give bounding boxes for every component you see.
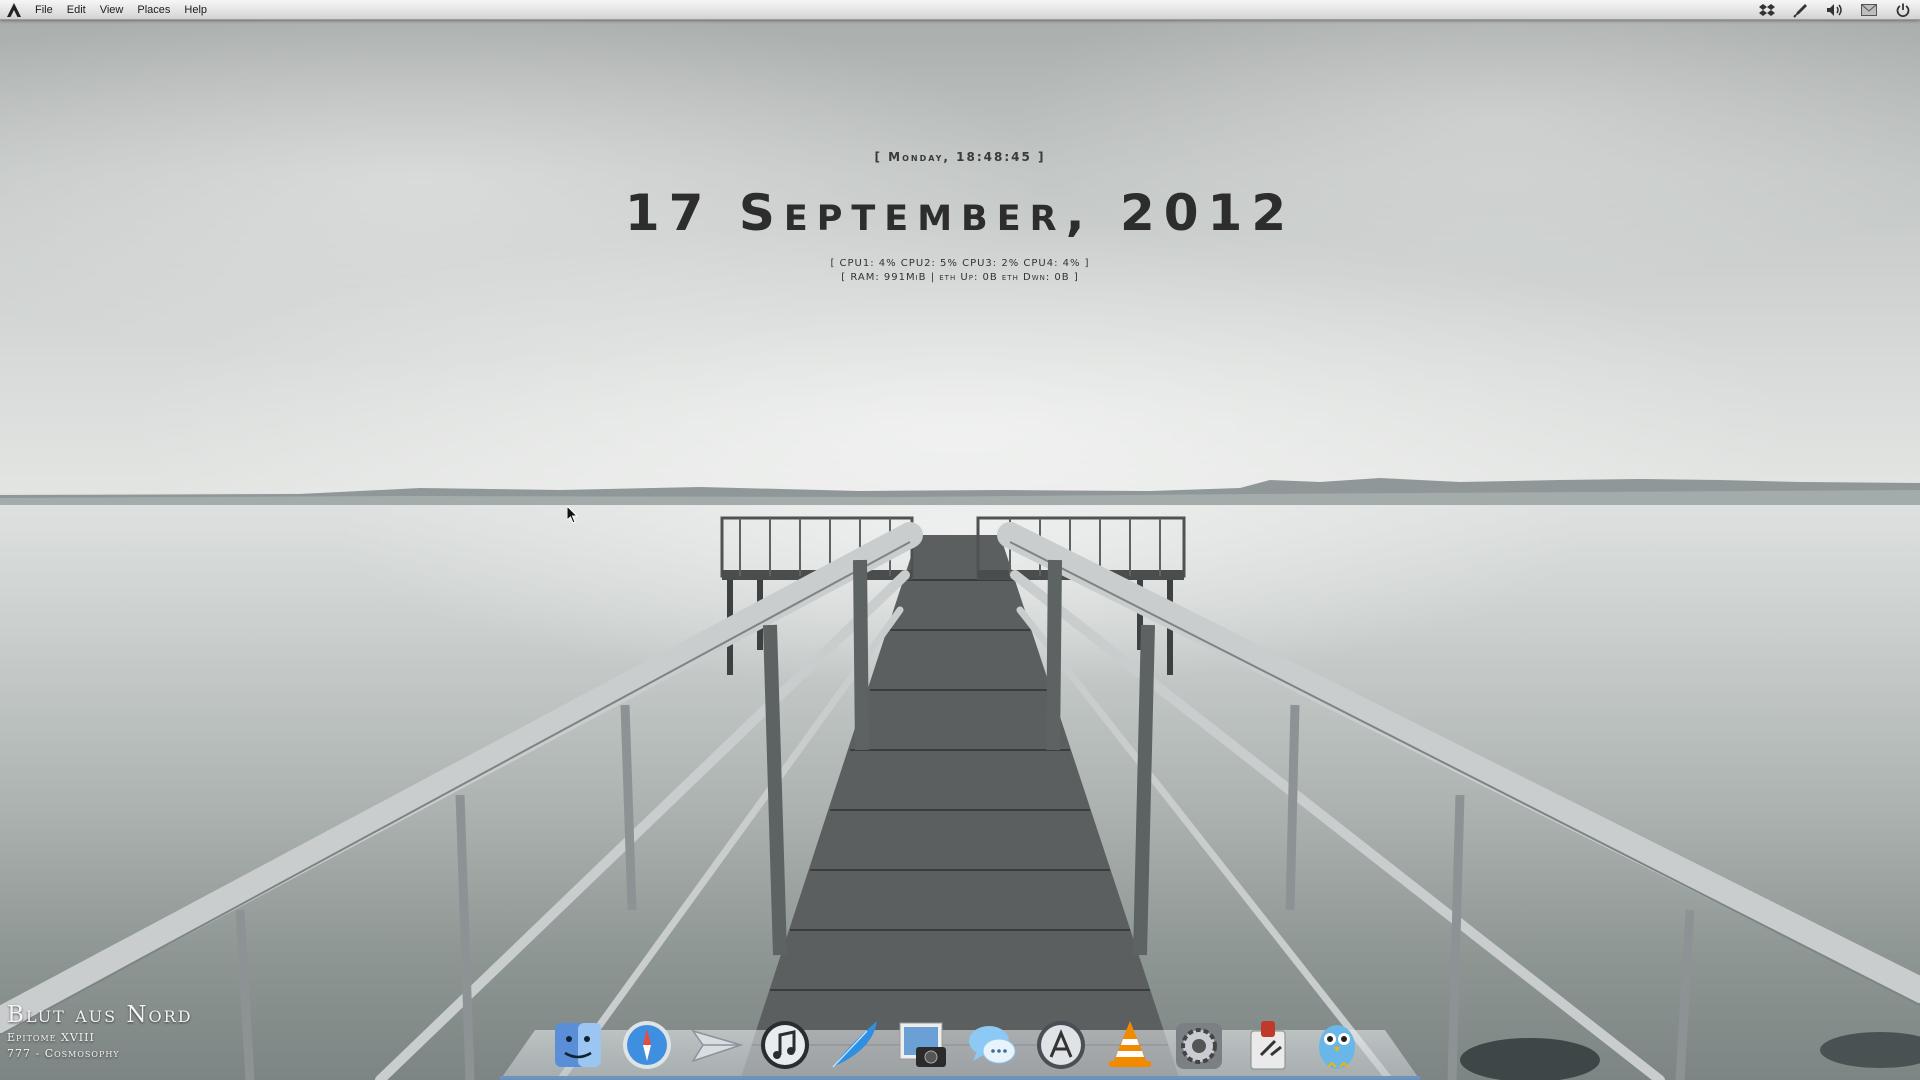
app-store-icon[interactable] <box>1031 1013 1090 1075</box>
wallpaper-sky <box>0 0 1920 495</box>
conky-day-time: [ Monday, 18:48:45 ] <box>874 150 1046 164</box>
now-playing-track: 777 - Cosmosophy <box>7 1047 120 1060</box>
system-tray <box>1750 0 1920 20</box>
messages-icon[interactable] <box>962 1013 1021 1075</box>
now-playing-widget: Blut aus Nord Epitome XVIII 777 - Cosmos… <box>7 1002 193 1060</box>
mail-icon[interactable] <box>1852 0 1886 20</box>
mail-plane-icon[interactable] <box>686 1013 745 1075</box>
automator-icon[interactable] <box>1238 1013 1297 1075</box>
finder-icon[interactable] <box>548 1013 607 1075</box>
itunes-icon[interactable] <box>755 1013 814 1075</box>
now-playing-artist: Blut aus Nord <box>7 1002 193 1028</box>
dock-indicator-line <box>500 1076 1420 1079</box>
conky-cpu-stats: [ CPU1: 4% CPU2: 5% CPU3: 2% CPU4: 4% ] <box>830 258 1090 269</box>
menu-places[interactable]: Places <box>130 0 177 20</box>
mouse-cursor-icon <box>567 506 579 524</box>
wallpaper-pier <box>0 516 1920 1080</box>
top-panel: File Edit View Places Help <box>0 0 1920 20</box>
now-playing-album: Epitome XVIII <box>7 1031 95 1044</box>
arch-logo-icon[interactable] <box>0 0 28 20</box>
menu-bar: File Edit View Places Help <box>28 0 214 20</box>
menu-help[interactable]: Help <box>177 0 214 20</box>
safari-icon[interactable] <box>617 1013 676 1075</box>
quill-icon[interactable] <box>824 1013 883 1075</box>
menu-view[interactable]: View <box>93 0 131 20</box>
twitter-owl-icon[interactable] <box>1307 1013 1366 1075</box>
conky-date: 17 September, 2012 <box>624 184 1296 242</box>
dropbox-icon[interactable] <box>1750 0 1784 20</box>
iphoto-icon[interactable] <box>893 1013 952 1075</box>
dock <box>548 1005 1366 1075</box>
power-icon[interactable] <box>1886 0 1920 20</box>
volume-icon[interactable] <box>1818 0 1852 20</box>
menu-file[interactable]: File <box>28 0 60 20</box>
vlc-icon[interactable] <box>1100 1013 1159 1075</box>
pen-icon[interactable] <box>1784 0 1818 20</box>
conky-ram-net-stats: [ RAM: 991MiB | eth Up: 0B eth Dwn: 0B ] <box>841 272 1079 283</box>
system-preferences-icon[interactable] <box>1169 1013 1228 1075</box>
menu-edit[interactable]: Edit <box>60 0 93 20</box>
